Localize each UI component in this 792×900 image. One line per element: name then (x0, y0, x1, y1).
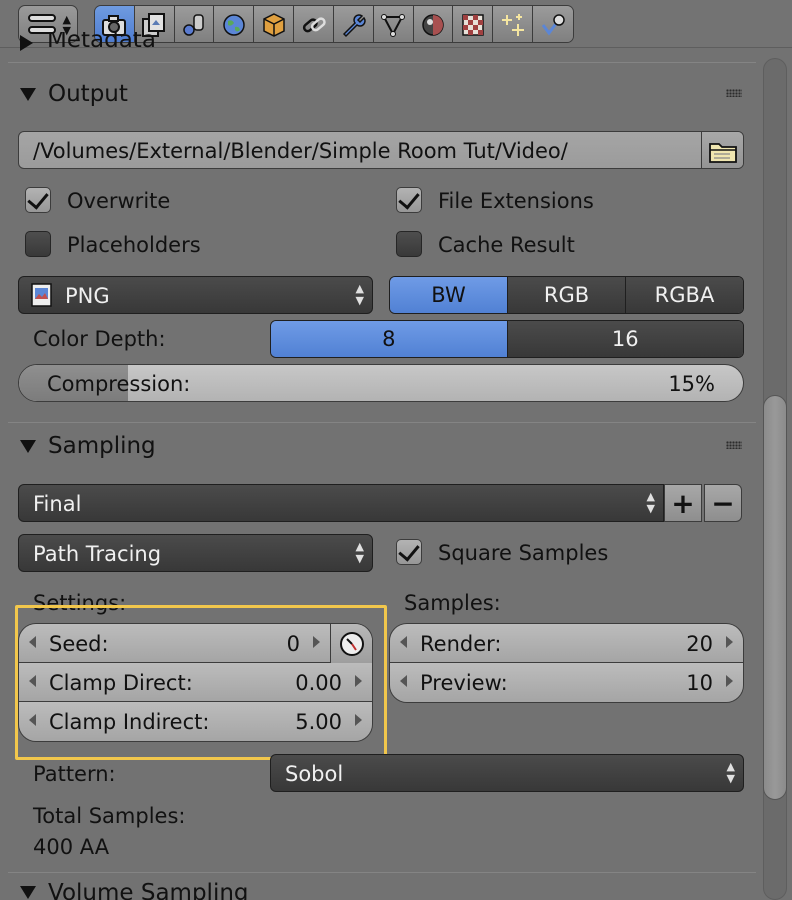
drag-grip-icon[interactable] (726, 441, 742, 449)
decrement-arrow-icon[interactable] (29, 714, 36, 726)
file-extensions-label: File Extensions (438, 189, 594, 213)
compression-slider[interactable]: Compression: 15% (18, 364, 744, 402)
seed-label: Seed: (49, 632, 109, 656)
panel-divider (8, 872, 756, 873)
color-depth-label: Color Depth: (33, 327, 166, 351)
metadata-panel-header[interactable]: Metadata (8, 32, 756, 62)
placeholders-label: Placeholders (67, 233, 201, 257)
clamp-indirect-value: 5.00 (295, 710, 342, 734)
render-samples-label: Render: (420, 632, 502, 656)
color-mode-bw-button[interactable]: BW (390, 277, 508, 313)
volume-sampling-panel-header[interactable]: Volume Sampling (8, 876, 756, 900)
panel-title-volume-sampling: Volume Sampling (48, 880, 249, 900)
clamp-indirect-label: Clamp Indirect: (49, 710, 210, 734)
color-mode-rgb-button[interactable]: RGB (508, 277, 626, 313)
integrator-value: Path Tracing (33, 542, 162, 566)
panel-title-metadata: Metadata (47, 32, 156, 53)
file-format-value: PNG (65, 284, 110, 308)
up-down-arrows-icon: ▲ ▼ (355, 540, 364, 565)
cache-result-checkbox[interactable] (396, 231, 422, 257)
file-browse-button[interactable] (701, 132, 743, 168)
compression-value: 15% (668, 372, 715, 396)
square-samples-label: Square Samples (438, 541, 609, 565)
drag-grip-icon[interactable] (726, 89, 742, 97)
output-panel-header[interactable]: Output (8, 72, 756, 116)
color-mode-selector: BW RGB RGBA (389, 276, 744, 314)
scrollbar-thumb[interactable] (763, 395, 787, 800)
decrement-arrow-icon[interactable] (400, 636, 407, 648)
color-mode-rgba-button[interactable]: RGBA (626, 277, 743, 313)
panel-title-sampling: Sampling (48, 433, 156, 459)
folder-icon (708, 143, 737, 163)
up-down-arrows-icon: ▲ ▼ (646, 490, 655, 515)
remove-preset-button[interactable]: − (704, 484, 742, 522)
panel-divider (8, 422, 756, 423)
context-toggle-icon (28, 14, 56, 22)
collapse-triangle-icon (20, 439, 36, 453)
collapse-triangle-icon (20, 87, 36, 101)
panel-divider (8, 62, 756, 63)
decrement-arrow-icon[interactable] (29, 636, 36, 648)
preview-samples-value: 10 (686, 671, 713, 695)
increment-arrow-icon[interactable] (355, 714, 362, 726)
image-file-icon (31, 283, 52, 307)
sampling-panel-header[interactable]: Sampling (8, 424, 756, 468)
preview-samples-field[interactable]: Preview: 10 (390, 663, 743, 702)
compression-label: Compression: (47, 372, 191, 396)
integrator-dropdown[interactable]: Path Tracing ▲ ▼ (18, 534, 373, 572)
settings-fields-group: Seed: 0 Clamp Direct: 0.00 Clamp Indirec… (18, 623, 373, 742)
preview-samples-label: Preview: (420, 671, 508, 695)
up-down-arrows-icon: ▲ ▼ (355, 282, 364, 307)
seed-value: 0 (286, 632, 300, 656)
seed-field[interactable]: Seed: 0 (19, 624, 372, 663)
up-down-arrows-icon: ▲ ▼ (726, 760, 735, 785)
increment-arrow-icon[interactable] (313, 636, 320, 648)
file-format-dropdown[interactable]: PNG ▲ ▼ (18, 276, 373, 314)
output-path-value: /Volumes/External/Blender/Simple Room Tu… (33, 139, 568, 163)
animated-seed-button[interactable] (330, 624, 372, 663)
file-extensions-checkbox[interactable] (396, 187, 422, 213)
clamp-indirect-field[interactable]: Clamp Indirect: 5.00 (19, 702, 372, 741)
clamp-direct-label: Clamp Direct: (49, 671, 193, 695)
decrement-arrow-icon[interactable] (400, 675, 407, 687)
clamp-direct-value: 0.00 (295, 671, 342, 695)
color-depth-8-button[interactable]: 8 (271, 321, 508, 357)
overwrite-label: Overwrite (67, 189, 171, 213)
settings-section-label: Settings: (33, 591, 127, 615)
total-samples-value: 400 AA (33, 835, 110, 859)
pattern-label: Pattern: (33, 762, 116, 786)
increment-arrow-icon[interactable] (726, 675, 733, 687)
overwrite-checkbox[interactable] (25, 187, 51, 213)
sampling-preset-value: Final (33, 492, 82, 516)
decrement-arrow-icon[interactable] (29, 675, 36, 687)
placeholders-checkbox[interactable] (25, 231, 51, 257)
color-depth-16-button[interactable]: 16 (507, 321, 743, 357)
output-path-field[interactable]: /Volumes/External/Blender/Simple Room Tu… (18, 131, 744, 169)
increment-arrow-icon[interactable] (726, 636, 733, 648)
pattern-value: Sobol (285, 762, 344, 786)
collapse-triangle-icon (20, 886, 36, 899)
samples-fields-group: Render: 20 Preview: 10 (389, 623, 744, 703)
add-preset-button[interactable]: + (664, 484, 702, 522)
cache-result-label: Cache Result (438, 233, 575, 257)
total-samples-label: Total Samples: (33, 804, 186, 828)
panel-title-output: Output (48, 81, 128, 107)
clamp-direct-field[interactable]: Clamp Direct: 0.00 (19, 663, 372, 702)
samples-section-label: Samples: (404, 591, 501, 615)
expand-triangle-icon (20, 35, 33, 51)
square-samples-checkbox[interactable] (396, 539, 422, 565)
sampling-preset-dropdown[interactable]: Final ▲ ▼ (18, 484, 664, 522)
color-depth-selector: 8 16 (270, 320, 744, 358)
render-samples-field[interactable]: Render: 20 (390, 624, 743, 663)
increment-arrow-icon[interactable] (355, 675, 362, 687)
pattern-dropdown[interactable]: Sobol ▲ ▼ (270, 754, 744, 792)
clock-icon (339, 631, 364, 656)
render-samples-value: 20 (686, 632, 713, 656)
